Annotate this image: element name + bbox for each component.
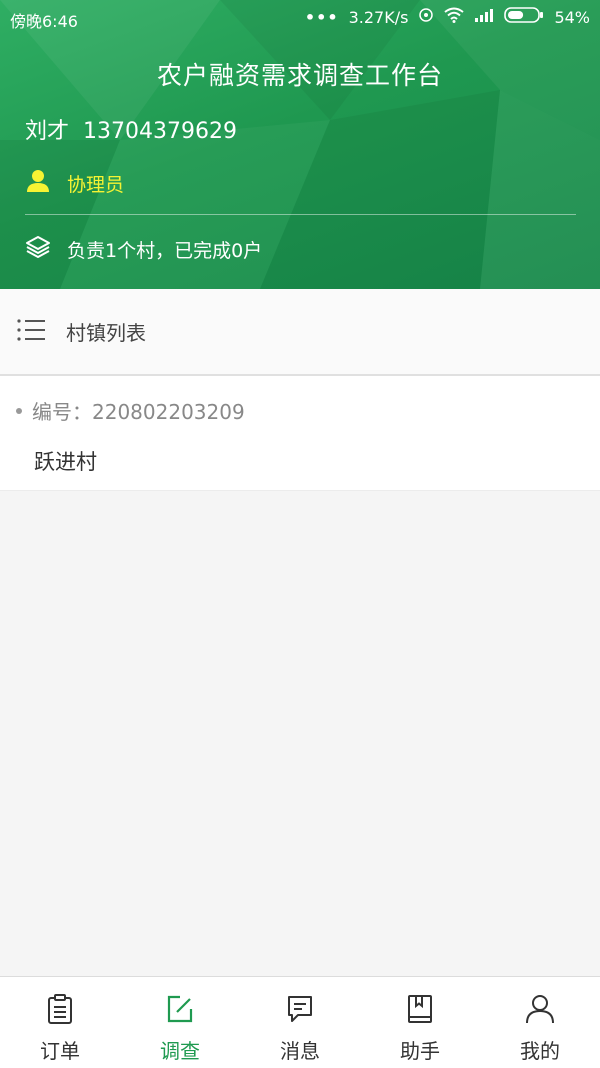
village-name: 跃进村 (34, 450, 97, 474)
nav-label-profile: 我的 (520, 1039, 560, 1063)
message-icon (284, 993, 316, 1029)
user-info: 刘才 13704379629 (25, 113, 251, 145)
nav-item-profile[interactable]: 我的 (480, 977, 600, 1068)
clipboard-icon (44, 993, 76, 1029)
header-divider (25, 214, 576, 215)
signal-icon (474, 7, 494, 27)
status-time: 傍晚6:46 (10, 12, 78, 31)
user-name: 刘才 (25, 119, 70, 144)
nav-label-assistant: 助手 (400, 1039, 440, 1063)
notification-dots-icon: ••• (304, 7, 339, 27)
role-row: 协理员 (25, 168, 124, 199)
village-code-text: 编号：220802203209 (32, 400, 245, 424)
village-list-header: 村镇列表 (0, 289, 600, 376)
nav-item-messages[interactable]: 消息 (240, 977, 360, 1068)
status-indicators: ••• 3.27K/s 54% (295, 6, 590, 28)
book-icon (404, 993, 436, 1029)
role-label: 协理员 (67, 174, 125, 196)
list-item[interactable]: 编号：220802203209 跃进村 (0, 376, 600, 491)
header-panel: 傍晚6:46 ••• 3.27K/s 54% 农户融资需求调查工作台 刘才 137… (0, 0, 600, 289)
battery-icon (504, 6, 544, 28)
list-icon (16, 317, 46, 347)
sync-icon (418, 7, 434, 27)
nav-item-orders[interactable]: 订单 (0, 977, 120, 1068)
battery-percent: 54% (554, 7, 590, 27)
person-icon (25, 168, 51, 199)
status-bar: 傍晚6:46 ••• 3.27K/s 54% (0, 0, 600, 36)
person-icon (524, 993, 556, 1029)
summary-text: 负责1个村，已完成0户 (67, 240, 263, 262)
nav-label-survey: 调查 (160, 1039, 200, 1063)
bullet-dot-icon (16, 407, 22, 414)
user-phone: 13704379629 (83, 119, 237, 144)
nav-item-assistant[interactable]: 助手 (360, 977, 480, 1068)
layers-icon (25, 234, 51, 265)
summary-row: 负责1个村，已完成0户 (25, 234, 262, 265)
network-speed: 3.27K/s (348, 7, 409, 27)
edit-icon (164, 993, 196, 1029)
nav-item-survey[interactable]: 调查 (120, 977, 240, 1068)
nav-label-messages: 消息 (280, 1039, 320, 1063)
bottom-nav: 订单 调查 消息 助手 我的 (0, 976, 600, 1068)
village-code: 编号：220802203209 (16, 396, 245, 425)
section-title: 村镇列表 (66, 321, 146, 345)
page-title: 农户融资需求调查工作台 (156, 61, 443, 90)
wifi-icon (444, 7, 465, 27)
nav-label-orders: 订单 (40, 1039, 80, 1063)
